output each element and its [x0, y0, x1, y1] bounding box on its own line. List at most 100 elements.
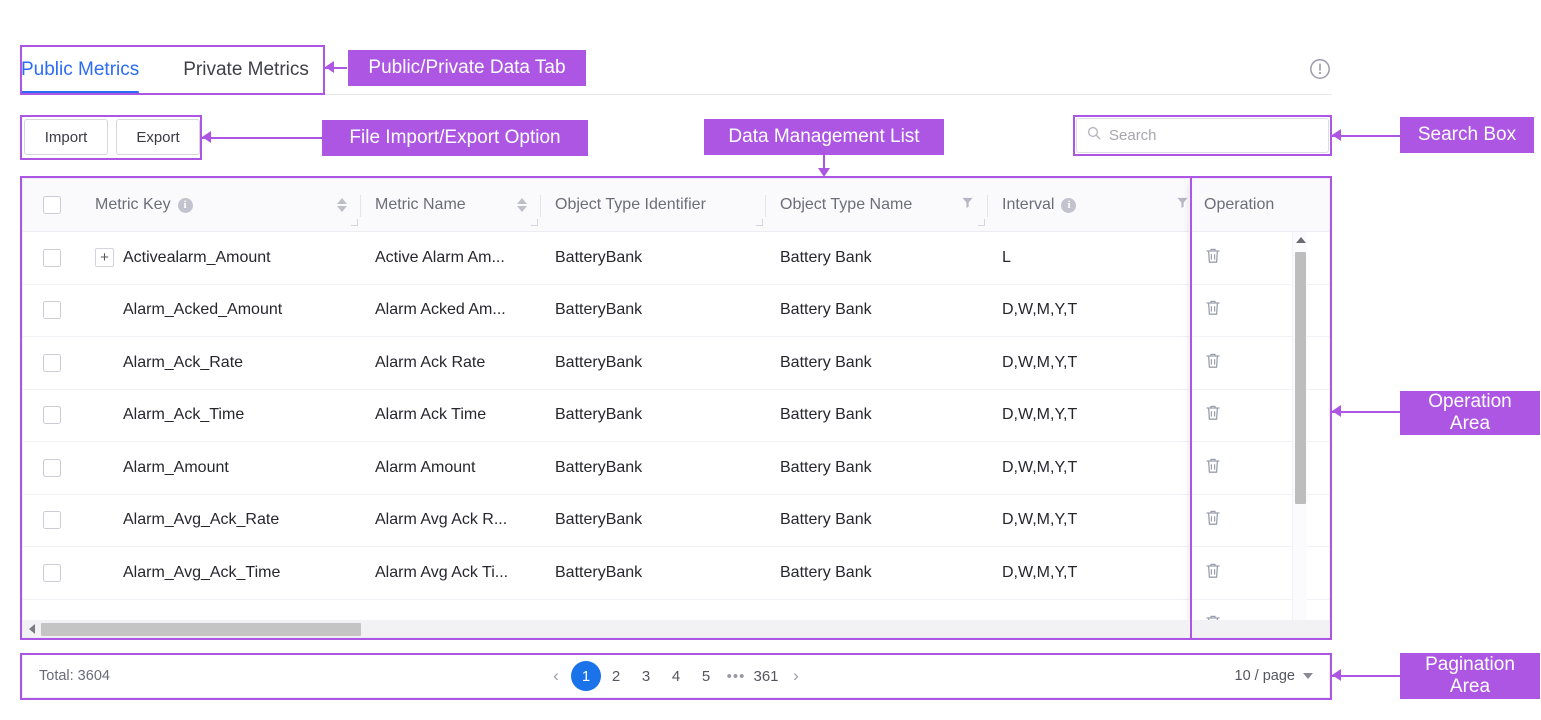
- metrics-table: Metric Key i Metric Name Object Type Ide…: [22, 178, 1330, 638]
- cell-interval: D,W,M,Y,T: [988, 389, 1203, 442]
- info-icon[interactable]: i: [1061, 198, 1076, 213]
- filter-interval-icon[interactable]: [1176, 196, 1189, 214]
- export-button[interactable]: Export: [116, 119, 200, 155]
- tab-bar: Public Metrics Private Metrics: [21, 47, 1332, 95]
- select-all-checkbox[interactable]: [43, 196, 61, 214]
- cell-metric-key-text: Alarm_Ack_Rate: [123, 354, 243, 372]
- annotation-label-import-export: File Import/Export Option: [322, 120, 588, 156]
- row-checkbox[interactable]: [43, 406, 61, 424]
- delete-row-icon[interactable]: [1204, 351, 1222, 375]
- expand-row-icon[interactable]: +: [95, 248, 114, 267]
- vertical-scrollbar-thumb[interactable]: [1295, 252, 1306, 504]
- delete-row-icon[interactable]: [1204, 246, 1222, 270]
- page-ellipsis[interactable]: •••: [721, 661, 751, 691]
- operation-cell: [1190, 547, 1307, 600]
- cell-metric-key: Alarm_Avg_Recover_R: [81, 599, 361, 615]
- th-interval[interactable]: Interval i: [988, 179, 1203, 232]
- cell-object-type-identifier: BatteryBank: [541, 494, 766, 547]
- cell-metric-name: Alarm Amount: [361, 442, 541, 495]
- page-size-selector[interactable]: 10 / page: [1235, 668, 1313, 684]
- exclamation-circle-icon[interactable]: [1308, 57, 1332, 81]
- delete-row-icon[interactable]: [1204, 298, 1222, 322]
- table-body: +Activealarm_Amount Active Alarm Am... B…: [23, 232, 1329, 615]
- delete-row-icon[interactable]: [1204, 561, 1222, 585]
- cell-metric-key: Alarm_Ack_Time: [81, 389, 361, 442]
- operation-cell: [1190, 495, 1307, 548]
- table-row[interactable]: +Activealarm_Amount Active Alarm Am... B…: [23, 232, 1329, 285]
- th-object-type-name[interactable]: Object Type Name: [766, 179, 988, 232]
- annotation-arrow-operation: [1332, 405, 1341, 417]
- delete-row-icon[interactable]: [1204, 403, 1222, 427]
- row-checkbox-cell: [23, 284, 81, 337]
- tab-public-metrics[interactable]: Public Metrics: [21, 47, 139, 93]
- annotation-arrow-import-export: [202, 131, 211, 143]
- th-metric-key-label: Metric Key: [95, 196, 171, 214]
- search-box[interactable]: [1076, 118, 1329, 153]
- cell-interval: D,W,M,Y,T: [988, 547, 1203, 600]
- annotation-label-pagination: Pagination Area: [1400, 653, 1540, 699]
- page-button-3[interactable]: 3: [631, 661, 661, 691]
- tab-list: Public Metrics Private Metrics: [21, 47, 1332, 93]
- table-row[interactable]: Alarm_Ack_Rate Alarm Ack Rate BatteryBan…: [23, 337, 1329, 390]
- table-row[interactable]: Alarm_Avg_Recover_R Alarm Avg Recov... B…: [23, 600, 1329, 616]
- annotation-arrow-pagination: [1332, 669, 1341, 681]
- table-row[interactable]: Alarm_Avg_Ack_Time Alarm Avg Ack Ti... B…: [23, 547, 1329, 600]
- page-button-2[interactable]: 2: [601, 661, 631, 691]
- cell-interval: D,W,M,Y,T: [988, 284, 1203, 337]
- page-button-5[interactable]: 5: [691, 661, 721, 691]
- cell-interval: L: [988, 232, 1203, 284]
- annotation-label-operation: Operation Area: [1400, 391, 1540, 435]
- sort-metric-name-icon[interactable]: [517, 198, 527, 212]
- table-row[interactable]: Alarm_Acked_Amount Alarm Acked Am... Bat…: [23, 285, 1329, 338]
- table-row[interactable]: Alarm_Ack_Time Alarm Ack Time BatteryBan…: [23, 390, 1329, 443]
- vertical-scrollbar[interactable]: [1292, 232, 1307, 638]
- page-button-last[interactable]: 361: [751, 661, 781, 691]
- scroll-up-icon[interactable]: [1293, 232, 1308, 247]
- filter-object-type-name-icon[interactable]: [961, 196, 974, 214]
- scroll-left-icon[interactable]: [23, 621, 40, 638]
- th-operation-label: Operation: [1204, 196, 1274, 214]
- annotation-arrow-tab: [325, 61, 334, 73]
- table-row[interactable]: Alarm_Avg_Ack_Rate Alarm Avg Ack R... Ba…: [23, 495, 1329, 548]
- page-button-4[interactable]: 4: [661, 661, 691, 691]
- row-checkbox[interactable]: [43, 459, 61, 477]
- cell-metric-key: Alarm_Avg_Ack_Rate: [81, 494, 361, 547]
- pagination-bar: Total: 3604 ‹ 1 2 3 4 5 ••• 361 › 10 / p…: [22, 655, 1330, 698]
- row-checkbox[interactable]: [43, 564, 61, 582]
- tab-private-metrics[interactable]: Private Metrics: [183, 47, 309, 93]
- cell-object-type-identifier: BatteryBank: [541, 599, 766, 615]
- cell-interval: D,W,M,Y,T: [988, 494, 1203, 547]
- operation-cell: [1190, 232, 1307, 285]
- table-row[interactable]: Alarm_Amount Alarm Amount BatteryBank Ba…: [23, 442, 1329, 495]
- row-checkbox-cell: [23, 232, 81, 284]
- row-checkbox[interactable]: [43, 511, 61, 529]
- annotation-label-data-list: Data Management List: [704, 119, 944, 155]
- delete-row-icon[interactable]: [1204, 508, 1222, 532]
- cell-object-type-name: Battery Bank: [766, 389, 988, 442]
- row-checkbox-cell: [23, 337, 81, 390]
- sort-metric-key-icon[interactable]: [337, 198, 347, 212]
- cell-metric-name: Alarm Ack Time: [361, 389, 541, 442]
- horizontal-scrollbar-thumb[interactable]: [41, 623, 361, 636]
- page-size-label: 10 / page: [1235, 668, 1295, 684]
- th-object-type-identifier[interactable]: Object Type Identifier: [541, 179, 766, 232]
- row-checkbox-cell: [23, 547, 81, 600]
- th-metric-key[interactable]: Metric Key i: [81, 179, 361, 232]
- info-icon[interactable]: i: [178, 198, 193, 213]
- row-checkbox[interactable]: [43, 249, 61, 267]
- cell-interval: D,W,M,Y,T: [988, 442, 1203, 495]
- next-page-button[interactable]: ›: [781, 661, 811, 691]
- cell-object-type-identifier: BatteryBank: [541, 547, 766, 600]
- th-metric-name[interactable]: Metric Name: [361, 179, 541, 232]
- prev-page-button[interactable]: ‹: [541, 661, 571, 691]
- th-object-type-name-label: Object Type Name: [780, 196, 912, 214]
- page-button-1[interactable]: 1: [571, 661, 601, 691]
- operation-cell: [1190, 337, 1307, 390]
- row-checkbox[interactable]: [43, 301, 61, 319]
- search-input[interactable]: [1109, 127, 1318, 144]
- delete-row-icon[interactable]: [1204, 456, 1222, 480]
- row-checkbox[interactable]: [43, 354, 61, 372]
- cell-metric-name: Alarm Avg Recov...: [361, 599, 541, 615]
- horizontal-scrollbar[interactable]: [23, 620, 1329, 637]
- import-button[interactable]: Import: [24, 119, 108, 155]
